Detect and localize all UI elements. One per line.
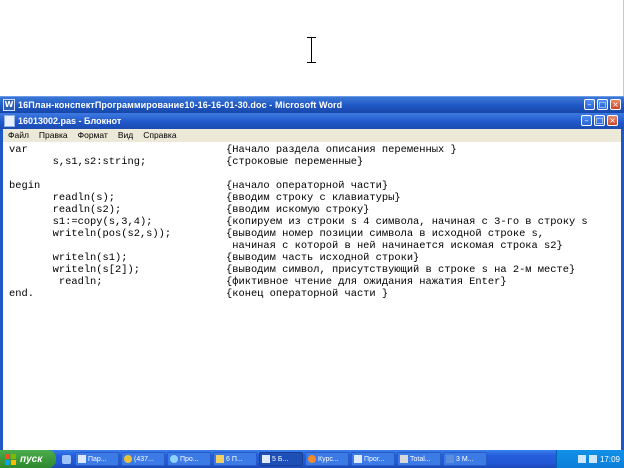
word-minimize-button[interactable]: –: [584, 99, 595, 110]
folder-icon: [216, 455, 224, 463]
word-app-icon: W: [3, 99, 15, 111]
notepad-window: 16013002.pas - Блокнот – □ × Файл Правка…: [0, 113, 624, 450]
notepad-icon: [4, 115, 15, 127]
notepad-window-title: 16013002.pas - Блокнот: [18, 116, 122, 126]
taskbar: пуск Пар... (437... Про... 6 П... 5 Б...…: [0, 450, 624, 468]
code-text: writeln(s[2]);: [9, 264, 140, 276]
tray-icon[interactable]: [577, 455, 586, 463]
text-cursor-icon: [307, 37, 316, 63]
document-icon: [354, 455, 362, 463]
code-comment: {фиктивное чтение для ожидания нажатия E…: [226, 276, 507, 288]
code-text: readln(s);: [9, 192, 116, 204]
task-list: Пар... (437... Про... 6 П... 5 Б... Курс…: [75, 452, 487, 466]
menu-format[interactable]: Формат: [73, 129, 113, 142]
code-comment: {строковые переменные}: [226, 156, 364, 168]
task-button[interactable]: Про...: [167, 452, 211, 466]
code-comment: {копируем из строки s 4 символа, начиная…: [226, 216, 588, 228]
code-comment: {выводим номер позиции символа в исходно…: [226, 228, 545, 240]
task-button-active[interactable]: 5 Б...: [259, 452, 303, 466]
code-text: readln;: [9, 276, 103, 288]
code-comment: {начало операторной части}: [226, 180, 389, 192]
notepad-icon: [262, 455, 270, 463]
code-comment: {конец операторной части }: [226, 288, 389, 300]
code-text: readln(s2);: [9, 204, 122, 216]
task-button[interactable]: Total...: [397, 452, 441, 466]
notepad-menu-bar: Файл Правка Формат Вид Справка: [3, 129, 621, 142]
task-button[interactable]: 6 П...: [213, 452, 257, 466]
globe-icon: [170, 455, 178, 463]
notepad-title-bar[interactable]: 16013002.pas - Блокнот – □ ×: [0, 113, 624, 129]
notepad-text-area[interactable]: var {Начало раздела описания переменных }…: [9, 144, 615, 444]
code-text: var: [9, 144, 28, 156]
menu-edit[interactable]: Правка: [34, 129, 73, 142]
word-title-bar[interactable]: W 16План-конспектПрограммирование10-16-1…: [0, 96, 624, 113]
system-tray: 17:09: [556, 450, 624, 468]
notepad-close-button[interactable]: ×: [607, 115, 618, 126]
clock[interactable]: 17:09: [600, 455, 620, 464]
task-button[interactable]: Пар...: [75, 452, 119, 466]
code-text: end.: [9, 288, 34, 300]
firefox-icon: [308, 455, 316, 463]
show-desktop-icon[interactable]: [62, 454, 71, 464]
word-document-area[interactable]: [0, 0, 624, 96]
code-comment: начиная с которой в ней начинается иском…: [226, 240, 563, 252]
code-comment: {Начало раздела описания переменных }: [226, 144, 457, 156]
task-button[interactable]: Прог...: [351, 452, 395, 466]
task-button[interactable]: (437...: [121, 452, 165, 466]
windows-logo-icon: [5, 453, 16, 465]
word-window-title: 16План-конспектПрограммирование10-16-16-…: [18, 100, 343, 110]
code-comment: {выводим часть исходной строки}: [226, 252, 420, 264]
start-button[interactable]: пуск: [0, 450, 56, 468]
code-text: writeln(s1);: [9, 252, 128, 264]
task-button[interactable]: 3 M...: [443, 452, 487, 466]
start-label: пуск: [20, 453, 43, 465]
code-text: s1:=copy(s,3,4);: [9, 216, 153, 228]
quick-launch: [62, 454, 71, 464]
menu-help[interactable]: Справка: [138, 129, 181, 142]
code-text: begin: [9, 180, 41, 192]
notepad-minimize-button[interactable]: –: [581, 115, 592, 126]
code-comment: {выводим символ, присутствующий в строке…: [226, 264, 576, 276]
word-icon: [446, 455, 454, 463]
code-text: writeln(pos(s2,s));: [9, 228, 172, 240]
code-comment: {вводим строку с клавиатуры}: [226, 192, 401, 204]
code-text: s,s1,s2:string;: [9, 156, 147, 168]
total-commander-icon: [400, 455, 408, 463]
word-close-button[interactable]: ×: [610, 99, 621, 110]
chrome-icon: [124, 455, 132, 463]
task-button[interactable]: Курс...: [305, 452, 349, 466]
notepad-maximize-button[interactable]: □: [594, 115, 605, 126]
word-maximize-button[interactable]: □: [597, 99, 608, 110]
menu-file[interactable]: Файл: [3, 129, 34, 142]
window-icon: [78, 455, 86, 463]
speaker-icon[interactable]: [588, 455, 597, 463]
menu-view[interactable]: Вид: [113, 129, 138, 142]
code-comment: {вводим искомую строку}: [226, 204, 370, 216]
